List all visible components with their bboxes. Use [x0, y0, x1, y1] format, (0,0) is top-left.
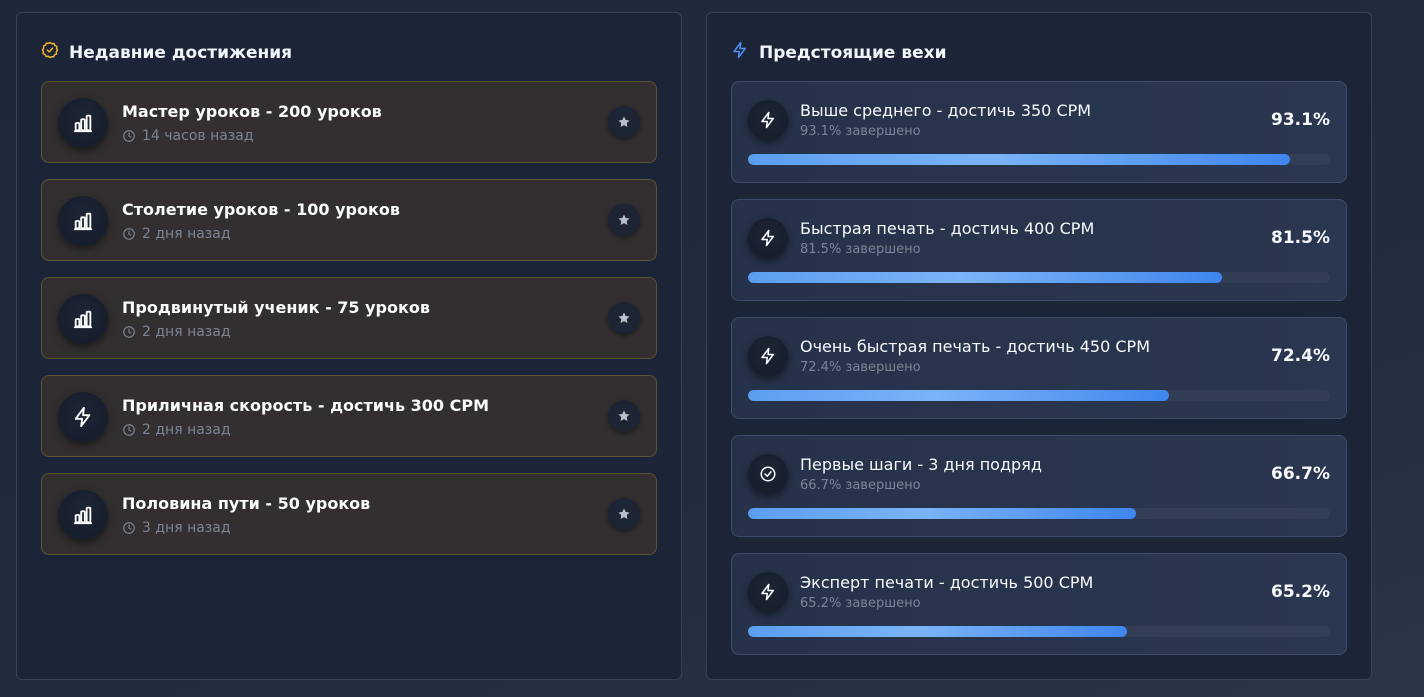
milestone-card[interactable]: Эксперт печати - достичь 500 CPM 65.2% за… — [731, 553, 1347, 655]
lightning-icon — [748, 218, 788, 258]
upcoming-milestones-panel: Предстоящие вехи Выше среднего - достичь… — [706, 12, 1372, 680]
achievements-list: Мастер уроков - 200 уроков 14 часов назад… — [41, 81, 657, 571]
achievement-title: Приличная скорость - достичь 300 CPM — [122, 396, 490, 415]
achievement-time: 2 дня назад — [122, 422, 231, 438]
star-button[interactable] — [608, 498, 640, 530]
star-icon — [617, 213, 631, 227]
lightning-icon — [748, 336, 788, 376]
achievement-time: 3 дня назад — [122, 520, 231, 536]
star-icon — [617, 409, 631, 423]
milestone-percent: 65.2% — [1271, 582, 1330, 602]
clock-icon — [122, 227, 136, 241]
progress-bar — [748, 508, 1330, 519]
achievement-time-label: 2 дня назад — [142, 324, 231, 340]
achievement-card[interactable]: Мастер уроков - 200 уроков 14 часов назад — [41, 81, 657, 163]
milestone-subtitle: 66.7% завершено — [800, 478, 921, 493]
milestones-list: Выше среднего - достичь 350 CPM 93.1% зав… — [731, 81, 1347, 671]
upcoming-milestones-header: Предстоящие вехи — [731, 41, 947, 64]
progress-fill — [748, 508, 1137, 519]
milestone-percent: 81.5% — [1271, 228, 1330, 248]
progress-fill — [748, 626, 1128, 637]
achievement-title: Продвинутый ученик - 75 уроков — [122, 298, 430, 317]
progress-bar — [748, 626, 1330, 637]
star-button[interactable] — [608, 302, 640, 334]
milestone-card[interactable]: Очень быстрая печать - достичь 450 CPM 72… — [731, 317, 1347, 419]
recent-achievements-title: Недавние достижения — [69, 42, 293, 63]
progress-bar — [748, 272, 1330, 283]
milestone-subtitle: 93.1% завершено — [800, 124, 921, 139]
milestone-subtitle: 81.5% завершено — [800, 242, 921, 257]
progress-fill — [748, 390, 1170, 401]
milestone-card[interactable]: Первые шаги - 3 дня подряд 66.7% завершен… — [731, 435, 1347, 537]
star-button[interactable] — [608, 400, 640, 432]
star-button[interactable] — [608, 106, 640, 138]
milestone-subtitle: 72.4% завершено — [800, 360, 921, 375]
progress-bar — [748, 154, 1330, 165]
milestone-subtitle: 65.2% завершено — [800, 596, 921, 611]
recent-achievements-header: Недавние достижения — [41, 41, 292, 64]
achievement-title: Половина пути - 50 уроков — [122, 494, 371, 513]
star-button[interactable] — [608, 204, 640, 236]
milestone-title: Первые шаги - 3 дня подряд — [800, 455, 1042, 474]
achievement-time: 2 дня назад — [122, 324, 231, 340]
milestone-title: Выше среднего - достичь 350 CPM — [800, 101, 1092, 120]
milestone-card[interactable]: Выше среднего - достичь 350 CPM 93.1% зав… — [731, 81, 1347, 183]
lightning-icon — [731, 41, 749, 64]
bar-chart-icon — [58, 294, 108, 344]
achievement-time: 14 часов назад — [122, 128, 254, 144]
achievement-card[interactable]: Половина пути - 50 уроков 3 дня назад — [41, 473, 657, 555]
star-icon — [617, 311, 631, 325]
bar-chart-icon — [58, 196, 108, 246]
badge-check-icon — [41, 41, 59, 64]
upcoming-milestones-title: Предстоящие вехи — [759, 42, 947, 63]
recent-achievements-panel: Недавние достижения Мастер уроков - 200 … — [16, 12, 682, 680]
progress-bar — [748, 390, 1330, 401]
achievement-card[interactable]: Приличная скорость - достичь 300 CPM 2 дн… — [41, 375, 657, 457]
milestone-title: Быстрая печать - достичь 400 CPM — [800, 219, 1095, 238]
achievement-time-label: 2 дня назад — [142, 226, 231, 242]
clock-icon — [122, 423, 136, 437]
milestone-percent: 72.4% — [1271, 346, 1330, 366]
clock-icon — [122, 325, 136, 339]
check-circle-icon — [748, 454, 788, 494]
achievement-time-label: 2 дня назад — [142, 422, 231, 438]
achievement-title: Мастер уроков - 200 уроков — [122, 102, 382, 121]
milestone-title: Эксперт печати - достичь 500 CPM — [800, 573, 1094, 592]
star-icon — [617, 507, 631, 521]
clock-icon — [122, 129, 136, 143]
achievement-card[interactable]: Продвинутый ученик - 75 уроков 2 дня наза… — [41, 277, 657, 359]
bar-chart-icon — [58, 98, 108, 148]
lightning-icon — [748, 572, 788, 612]
lightning-icon — [748, 100, 788, 140]
progress-fill — [748, 154, 1290, 165]
achievement-time-label: 14 часов назад — [142, 128, 254, 144]
lightning-icon — [58, 392, 108, 442]
achievement-card[interactable]: Столетие уроков - 100 уроков 2 дня назад — [41, 179, 657, 261]
milestone-percent: 66.7% — [1271, 464, 1330, 484]
milestone-title: Очень быстрая печать - достичь 450 CPM — [800, 337, 1150, 356]
milestone-card[interactable]: Быстрая печать - достичь 400 CPM 81.5% за… — [731, 199, 1347, 301]
progress-fill — [748, 272, 1223, 283]
star-icon — [617, 115, 631, 129]
achievement-title: Столетие уроков - 100 уроков — [122, 200, 400, 219]
clock-icon — [122, 521, 136, 535]
achievement-time-label: 3 дня назад — [142, 520, 231, 536]
achievement-time: 2 дня назад — [122, 226, 231, 242]
bar-chart-icon — [58, 490, 108, 540]
milestone-percent: 93.1% — [1271, 110, 1330, 130]
